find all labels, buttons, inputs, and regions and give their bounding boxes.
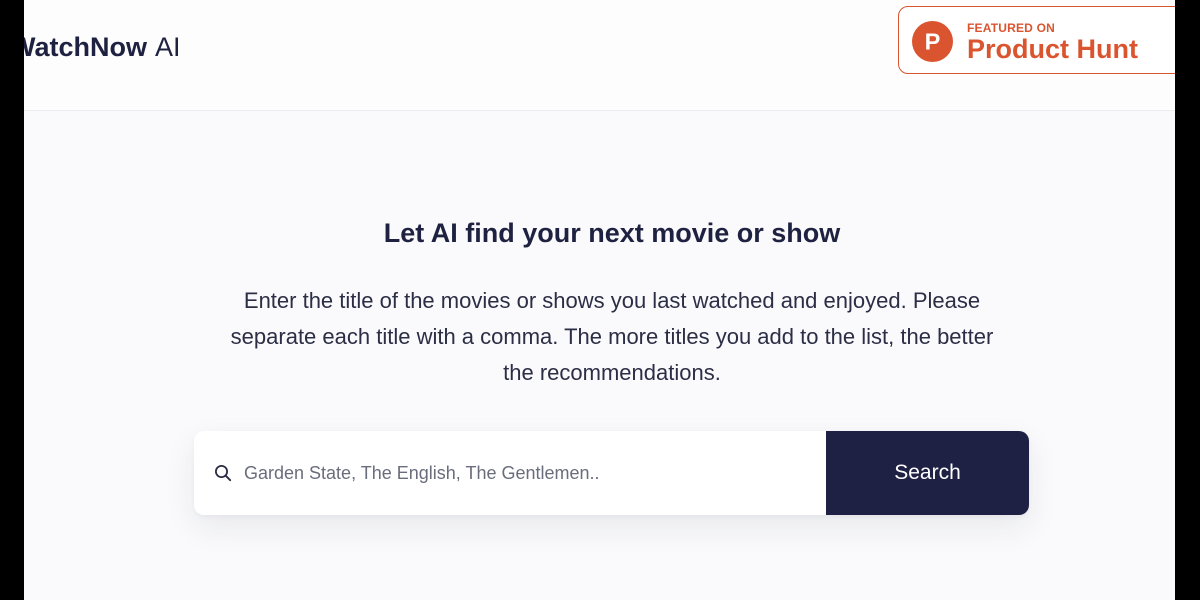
hero-title: Let AI find your next movie or show [383,218,841,248]
logo-suffix: AI [155,32,181,62]
product-hunt-badge[interactable]: P FEATURED ON Product Hunt [898,6,1175,74]
search-icon [215,465,232,482]
search-input[interactable] [244,453,814,493]
logo-brand: WatchNow [24,32,147,62]
top-header: WatchNow AI P FEATURED ON Product Hunt [24,0,1175,111]
page: WatchNow AI P FEATURED ON Product Hunt Le… [24,0,1175,600]
search-button[interactable]: Search [826,431,1029,515]
product-hunt-featured-label: FEATURED ON [967,21,1055,35]
product-hunt-name: Product Hunt [967,34,1138,64]
product-hunt-logo-letter: P [925,29,941,55]
search-bar: Search [194,431,1029,515]
hero-description: Enter the title of the movies or shows y… [230,288,994,385]
site-logo[interactable]: WatchNow AI [24,30,181,64]
product-hunt-icon: P [912,21,953,62]
